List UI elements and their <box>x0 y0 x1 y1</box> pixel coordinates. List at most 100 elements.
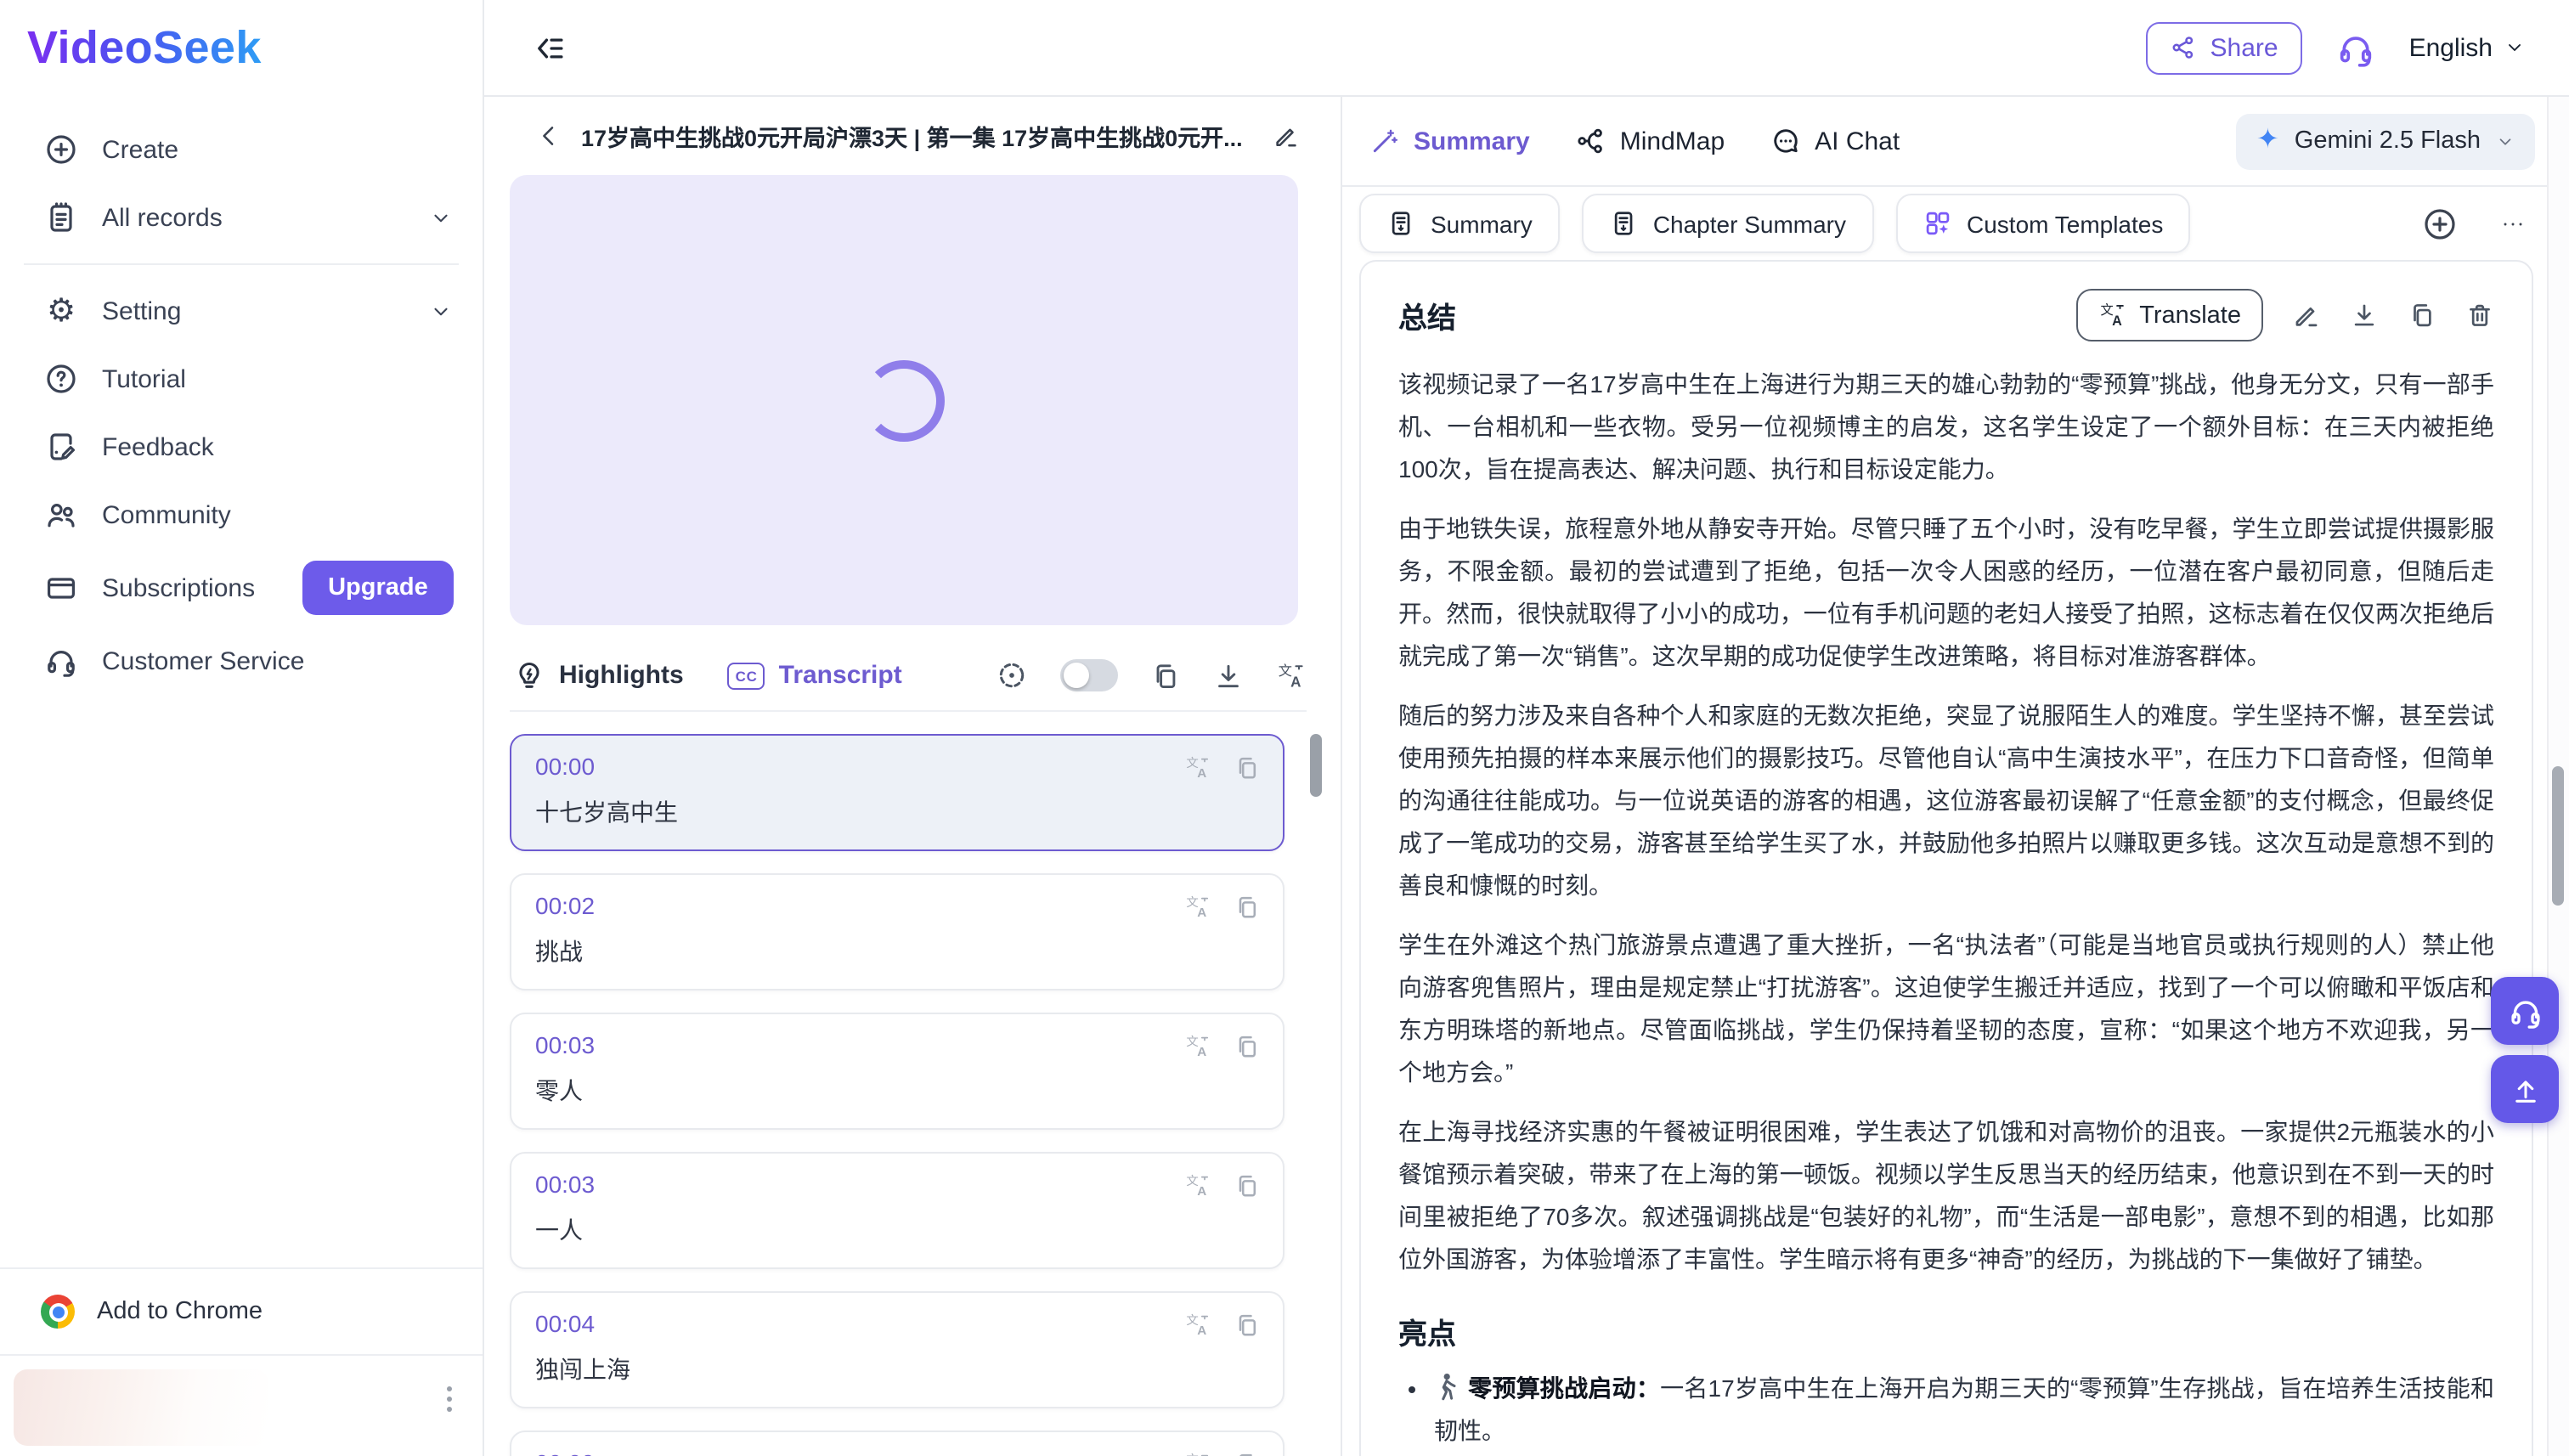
summary-template-button[interactable]: Summary <box>1359 194 1560 253</box>
sidebar-item-community[interactable]: Community <box>0 481 483 549</box>
arrow-up-icon <box>2509 1073 2541 1105</box>
bullet-label: 零预算挑战启动： <box>1468 1374 1660 1402</box>
transcript-scrollbar[interactable] <box>1310 734 1322 797</box>
translate-icon[interactable]: 文A <box>1184 1451 1211 1456</box>
translate-icon[interactable]: 文A <box>1184 754 1211 782</box>
tab-label: AI Chat <box>1815 127 1900 155</box>
tab-ai-chat[interactable]: AI Chat <box>1770 126 1900 156</box>
add-template-icon[interactable] <box>2423 206 2457 240</box>
sidebar-item-customer-service[interactable]: Customer Service <box>0 627 483 695</box>
profile-menu-icon[interactable] <box>447 1386 452 1412</box>
profile-row <box>0 1356 483 1456</box>
language-label: English <box>2409 33 2493 62</box>
tab-highlights[interactable]: Highlights <box>513 659 684 691</box>
credit-card-icon <box>44 571 78 605</box>
custom-templates-button[interactable]: Custom Templates <box>1895 194 2190 253</box>
content-area: 17岁高中生挑战0元开局沪漂3天 | 第一集 17岁高中生挑战0元开... Hi… <box>484 97 2569 1456</box>
copy-icon[interactable] <box>1234 894 1261 921</box>
sidebar-item-label: All records <box>102 203 223 232</box>
translate-button[interactable]: 文A Translate <box>2076 289 2263 341</box>
video-panel: 17岁高中生挑战0元开局沪漂3天 | 第一集 17岁高中生挑战0元开... Hi… <box>484 97 1342 1456</box>
document-icon <box>1609 209 1638 238</box>
transcript-timestamp[interactable]: 00:03 <box>535 1031 1259 1058</box>
summary-card-header: 总结 文A Translate <box>1398 289 2494 341</box>
highlights-section-title: 亮点 <box>1398 1310 2494 1352</box>
copy-icon[interactable] <box>1234 1312 1261 1339</box>
share-button[interactable]: Share <box>2146 21 2302 74</box>
translate-icon[interactable]: 文A <box>1276 660 1307 691</box>
sidebar-bottom: Add to Chrome <box>0 1267 483 1456</box>
transcript-tools: 文A <box>996 659 1307 691</box>
scroll-to-top-button[interactable] <box>2491 1055 2559 1123</box>
copy-icon[interactable] <box>1234 754 1261 782</box>
autoscroll-toggle[interactable] <box>1060 659 1118 691</box>
sidebar-item-create[interactable]: Create <box>0 116 483 183</box>
summary-section-title: 总结 <box>1398 294 1456 336</box>
download-icon[interactable] <box>1213 660 1244 691</box>
copy-icon[interactable] <box>1234 1451 1261 1456</box>
sidebar-item-label: Customer Service <box>102 646 304 675</box>
headset-icon <box>2507 993 2543 1029</box>
sidebar-item-subscriptions[interactable]: Subscriptions Upgrade <box>0 549 483 627</box>
locate-icon[interactable] <box>996 659 1028 691</box>
transcript-row[interactable]: 00:04 文A 独闯上海 <box>510 1291 1284 1408</box>
app-window: VideoSeek Create All records ⚙ Setting <box>0 0 2569 1456</box>
copy-icon[interactable] <box>1150 660 1181 691</box>
chevron-down-icon <box>430 206 452 229</box>
model-selector[interactable]: ✦ Gemini 2.5 Flash <box>2236 113 2535 169</box>
edit-icon[interactable] <box>2292 301 2321 330</box>
edit-title-icon[interactable] <box>1273 122 1300 150</box>
back-icon[interactable] <box>535 122 562 150</box>
sidebar-item-setting[interactable]: ⚙ Setting <box>0 277 483 345</box>
transcript-timestamp[interactable]: 00:09 <box>535 1449 1259 1456</box>
records-icon <box>44 200 78 234</box>
page-scrollbar-thumb[interactable] <box>2552 766 2564 906</box>
transcript-timestamp[interactable]: 00:03 <box>535 1171 1259 1198</box>
button-label: Chapter Summary <box>1653 210 1846 237</box>
tab-summary[interactable]: Summary <box>1369 126 1530 156</box>
language-selector[interactable]: English <box>2409 33 2525 62</box>
translate-icon[interactable]: 文A <box>1184 894 1211 921</box>
sidebar-item-label: Community <box>102 500 231 529</box>
button-label: Custom Templates <box>1967 210 2163 237</box>
gear-icon: ⚙ <box>44 295 78 327</box>
delete-icon[interactable] <box>2465 301 2494 330</box>
video-player[interactable] <box>510 175 1298 625</box>
translate-icon[interactable]: 文A <box>1184 1312 1211 1339</box>
copy-icon[interactable] <box>1234 1172 1261 1199</box>
add-to-chrome-button[interactable]: Add to Chrome <box>0 1269 483 1354</box>
share-icon <box>2170 34 2197 61</box>
top-header: Share English <box>484 0 2569 97</box>
tab-label: Highlights <box>559 661 684 690</box>
transcript-row[interactable]: 00:03 文A 一人 <box>510 1152 1284 1269</box>
floating-support-button[interactable] <box>2491 977 2559 1045</box>
copy-icon[interactable] <box>1234 1033 1261 1060</box>
transcript-row[interactable]: 00:03 文A 零人 <box>510 1013 1284 1130</box>
cc-icon: CC <box>728 662 765 689</box>
translate-icon[interactable]: 文A <box>1184 1172 1211 1199</box>
transcript-row[interactable]: 00:09 文A <box>510 1431 1284 1456</box>
svg-text:A: A <box>2112 313 2122 329</box>
transcript-row[interactable]: 00:00 文A 十七岁高中生 <box>510 734 1284 851</box>
sidebar-item-label: Subscriptions <box>102 573 255 602</box>
download-icon[interactable] <box>2350 301 2379 330</box>
transcript-row[interactable]: 00:02 文A 挑战 <box>510 873 1284 990</box>
copy-icon[interactable] <box>2408 301 2436 330</box>
transcript-timestamp[interactable]: 00:04 <box>535 1310 1259 1337</box>
template-button-row: Summary Chapter Summary Custom Templates <box>1342 187 2569 260</box>
tab-mindmap[interactable]: MindMap <box>1576 126 1725 156</box>
support-headset-icon[interactable] <box>2336 28 2375 67</box>
button-label: Summary <box>1431 210 1533 237</box>
chapter-summary-template-button[interactable]: Chapter Summary <box>1582 194 1873 253</box>
translate-icon[interactable]: 文A <box>1184 1033 1211 1060</box>
more-options-icon[interactable] <box>2498 208 2528 239</box>
upgrade-button[interactable]: Upgrade <box>302 561 454 615</box>
transcript-timestamp[interactable]: 00:00 <box>535 753 1259 780</box>
sidebar-item-feedback[interactable]: Feedback <box>0 413 483 481</box>
loading-spinner <box>863 359 945 441</box>
collapse-sidebar-icon[interactable] <box>532 30 567 65</box>
sidebar-item-all-records[interactable]: All records <box>0 183 483 251</box>
transcript-timestamp[interactable]: 00:02 <box>535 892 1259 919</box>
tab-transcript[interactable]: CC Transcript <box>728 661 902 690</box>
sidebar-item-tutorial[interactable]: Tutorial <box>0 345 483 413</box>
